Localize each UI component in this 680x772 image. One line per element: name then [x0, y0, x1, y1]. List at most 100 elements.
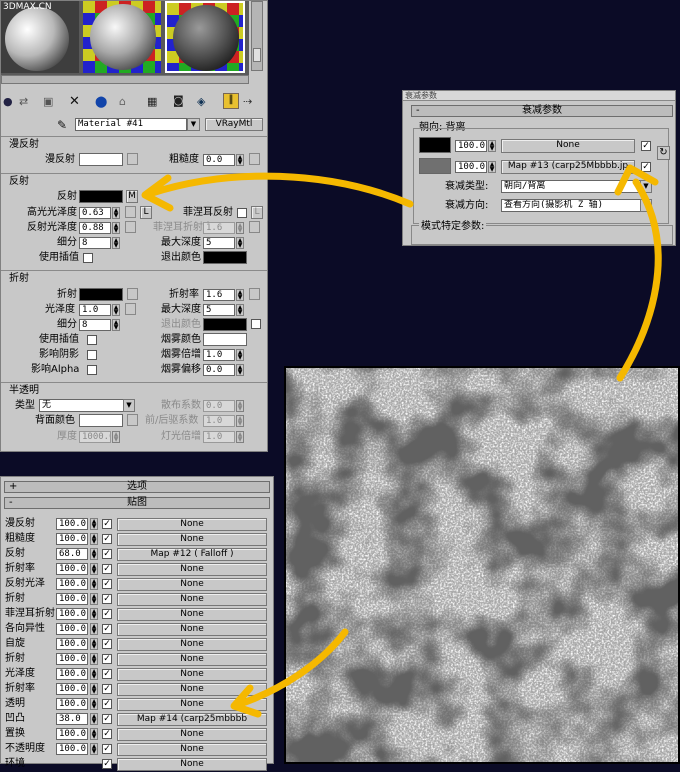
map-enable-checkbox[interactable]: ✓: [102, 564, 112, 574]
go-to-parent-icon[interactable]: ‖: [223, 93, 239, 109]
map-amount-field[interactable]: 100.0: [56, 668, 88, 680]
front-map-button[interactable]: None: [501, 139, 635, 153]
map-amount-spinner[interactable]: ▲ ▼: [90, 743, 98, 755]
hilight-gloss-map-button[interactable]: [125, 206, 136, 218]
front-amount-field[interactable]: 100.0: [455, 140, 487, 152]
sample-slots-scrollbar[interactable]: [251, 1, 263, 71]
front-color-swatch[interactable]: [419, 137, 451, 153]
map-enable-checkbox[interactable]: ✓: [102, 684, 112, 694]
map-slot-button[interactable]: None: [117, 578, 267, 591]
map-amount-field[interactable]: 100.0: [56, 533, 88, 545]
assign-material-icon[interactable]: ▣: [43, 95, 53, 108]
hilight-lock-button[interactable]: L: [140, 206, 152, 219]
map-amount-spinner[interactable]: ▲ ▼: [90, 563, 98, 575]
side-map-checkbox[interactable]: ✓: [641, 162, 651, 172]
roughness-field[interactable]: 0.0: [203, 154, 235, 166]
refr-gloss-spinner[interactable]: ▲ ▼: [112, 304, 120, 316]
swap-icon[interactable]: ↻: [657, 146, 670, 160]
map-slot-button[interactable]: None: [117, 683, 267, 696]
map-amount-field[interactable]: 100.0: [56, 608, 88, 620]
refl-max-depth-field[interactable]: 5: [203, 237, 235, 249]
map-enable-checkbox[interactable]: ✓: [102, 699, 112, 709]
fresnel-checkbox[interactable]: [237, 208, 247, 218]
fog-color-swatch[interactable]: [203, 333, 247, 346]
go-forward-icon[interactable]: ⇢: [243, 95, 252, 108]
translucency-type-select[interactable]: 无: [39, 399, 125, 412]
refract-color-swatch[interactable]: [79, 288, 123, 301]
refr-gloss-map-button[interactable]: [125, 303, 136, 315]
eyedropper-icon[interactable]: ✎: [57, 118, 67, 132]
falloff-type-select[interactable]: 朝向/背离: [501, 180, 641, 193]
side-color-swatch[interactable]: [419, 158, 451, 174]
falloff-params-rollout[interactable]: - 衰减参数: [411, 105, 673, 117]
maps-rollout[interactable]: - 贴图: [4, 497, 270, 509]
map-enable-checkbox[interactable]: ✓: [102, 549, 112, 559]
thickness-spinner[interactable]: ▲ ▼: [112, 431, 120, 443]
map-enable-checkbox[interactable]: ✓: [102, 594, 112, 604]
map-slot-button[interactable]: None: [117, 563, 267, 576]
falloff-dir-dropdown[interactable]: ▼: [640, 199, 652, 212]
refl-interp-checkbox[interactable]: [83, 253, 93, 263]
map-slot-button[interactable]: Map #14 (carp25mbbbb: [117, 713, 267, 726]
map-enable-checkbox[interactable]: ✓: [102, 639, 112, 649]
fog-bias-spinner[interactable]: ▲ ▼: [236, 364, 244, 376]
map-amount-spinner[interactable]: ▲ ▼: [90, 623, 98, 635]
refr-subdivs-spinner[interactable]: ▲ ▼: [112, 319, 120, 331]
light-mult-field[interactable]: 1.0: [203, 431, 235, 443]
map-slot-button[interactable]: None: [117, 743, 267, 756]
show-map-icon[interactable]: ◙: [173, 94, 184, 107]
fwd-back-spinner[interactable]: ▲ ▼: [236, 415, 244, 427]
refr-gloss-field[interactable]: 1.0: [79, 304, 111, 316]
roughness-spinner[interactable]: ▲ ▼: [236, 154, 244, 166]
refract-map-button[interactable]: [127, 288, 138, 300]
map-enable-checkbox[interactable]: ✓: [102, 609, 112, 619]
material-id-icon[interactable]: ▦: [147, 95, 157, 108]
map-amount-spinner[interactable]: ▲ ▼: [90, 593, 98, 605]
refr-subdivs-field[interactable]: 8: [79, 319, 111, 331]
map-amount-spinner[interactable]: ▲ ▼: [90, 578, 98, 590]
map-amount-spinner[interactable]: ▲ ▼: [90, 608, 98, 620]
reflect-color-swatch[interactable]: [79, 190, 123, 203]
map-slot-button[interactable]: None: [117, 608, 267, 621]
side-amount-spinner[interactable]: ▲ ▼: [488, 161, 496, 173]
sample-slot-3[interactable]: [165, 1, 245, 73]
material-name-dropdown[interactable]: ▼: [187, 118, 200, 131]
fresnel-ior-map-button[interactable]: [249, 221, 260, 233]
fwd-back-field[interactable]: 1.0: [203, 415, 235, 427]
material-name-field[interactable]: Material #41: [75, 118, 187, 131]
map-slot-button[interactable]: None: [117, 518, 267, 531]
refr-interp-checkbox[interactable]: [87, 335, 97, 345]
refl-gloss-map-button[interactable]: [125, 221, 136, 233]
put-to-scene-icon[interactable]: ⇄: [19, 95, 28, 108]
front-amount-spinner[interactable]: ▲ ▼: [488, 140, 496, 152]
refr-max-depth-spinner[interactable]: ▲ ▼: [236, 304, 244, 316]
map-enable-checkbox[interactable]: ✓: [102, 534, 112, 544]
map-slot-button[interactable]: None: [117, 593, 267, 606]
map-amount-spinner[interactable]: ▲ ▼: [90, 713, 98, 725]
map-slot-button[interactable]: None: [117, 728, 267, 741]
refl-subdivs-field[interactable]: 8: [79, 237, 111, 249]
fog-mult-spinner[interactable]: ▲ ▼: [236, 349, 244, 361]
map-enable-checkbox[interactable]: ✓: [102, 759, 112, 769]
map-amount-field[interactable]: 100.0: [56, 638, 88, 650]
map-amount-field[interactable]: 100.0: [56, 518, 88, 530]
map-amount-field[interactable]: 100.0: [56, 623, 88, 635]
map-amount-spinner[interactable]: ▲ ▼: [90, 728, 98, 740]
fog-bias-field[interactable]: 0.0: [203, 364, 235, 376]
fresnel-ior-spinner[interactable]: ▲ ▼: [236, 222, 244, 234]
map-enable-checkbox[interactable]: ✓: [102, 744, 112, 754]
fresnel-ior-field[interactable]: 1.6: [203, 222, 235, 234]
map-amount-spinner[interactable]: ▲ ▼: [90, 698, 98, 710]
refr-exit-color-swatch[interactable]: [203, 318, 247, 331]
map-amount-field[interactable]: 100.0: [56, 743, 88, 755]
map-amount-spinner[interactable]: ▲ ▼: [90, 638, 98, 650]
map-amount-field[interactable]: 100.0: [56, 593, 88, 605]
translucency-type-dropdown[interactable]: ▼: [123, 399, 135, 412]
map-enable-checkbox[interactable]: ✓: [102, 579, 112, 589]
map-amount-field[interactable]: 100.0: [56, 563, 88, 575]
map-amount-field[interactable]: 100.0: [56, 698, 88, 710]
map-amount-spinner[interactable]: ▲ ▼: [90, 683, 98, 695]
map-amount-field[interactable]: 100.0: [56, 683, 88, 695]
falloff-type-dropdown[interactable]: ▼: [640, 180, 652, 193]
map-enable-checkbox[interactable]: ✓: [102, 654, 112, 664]
